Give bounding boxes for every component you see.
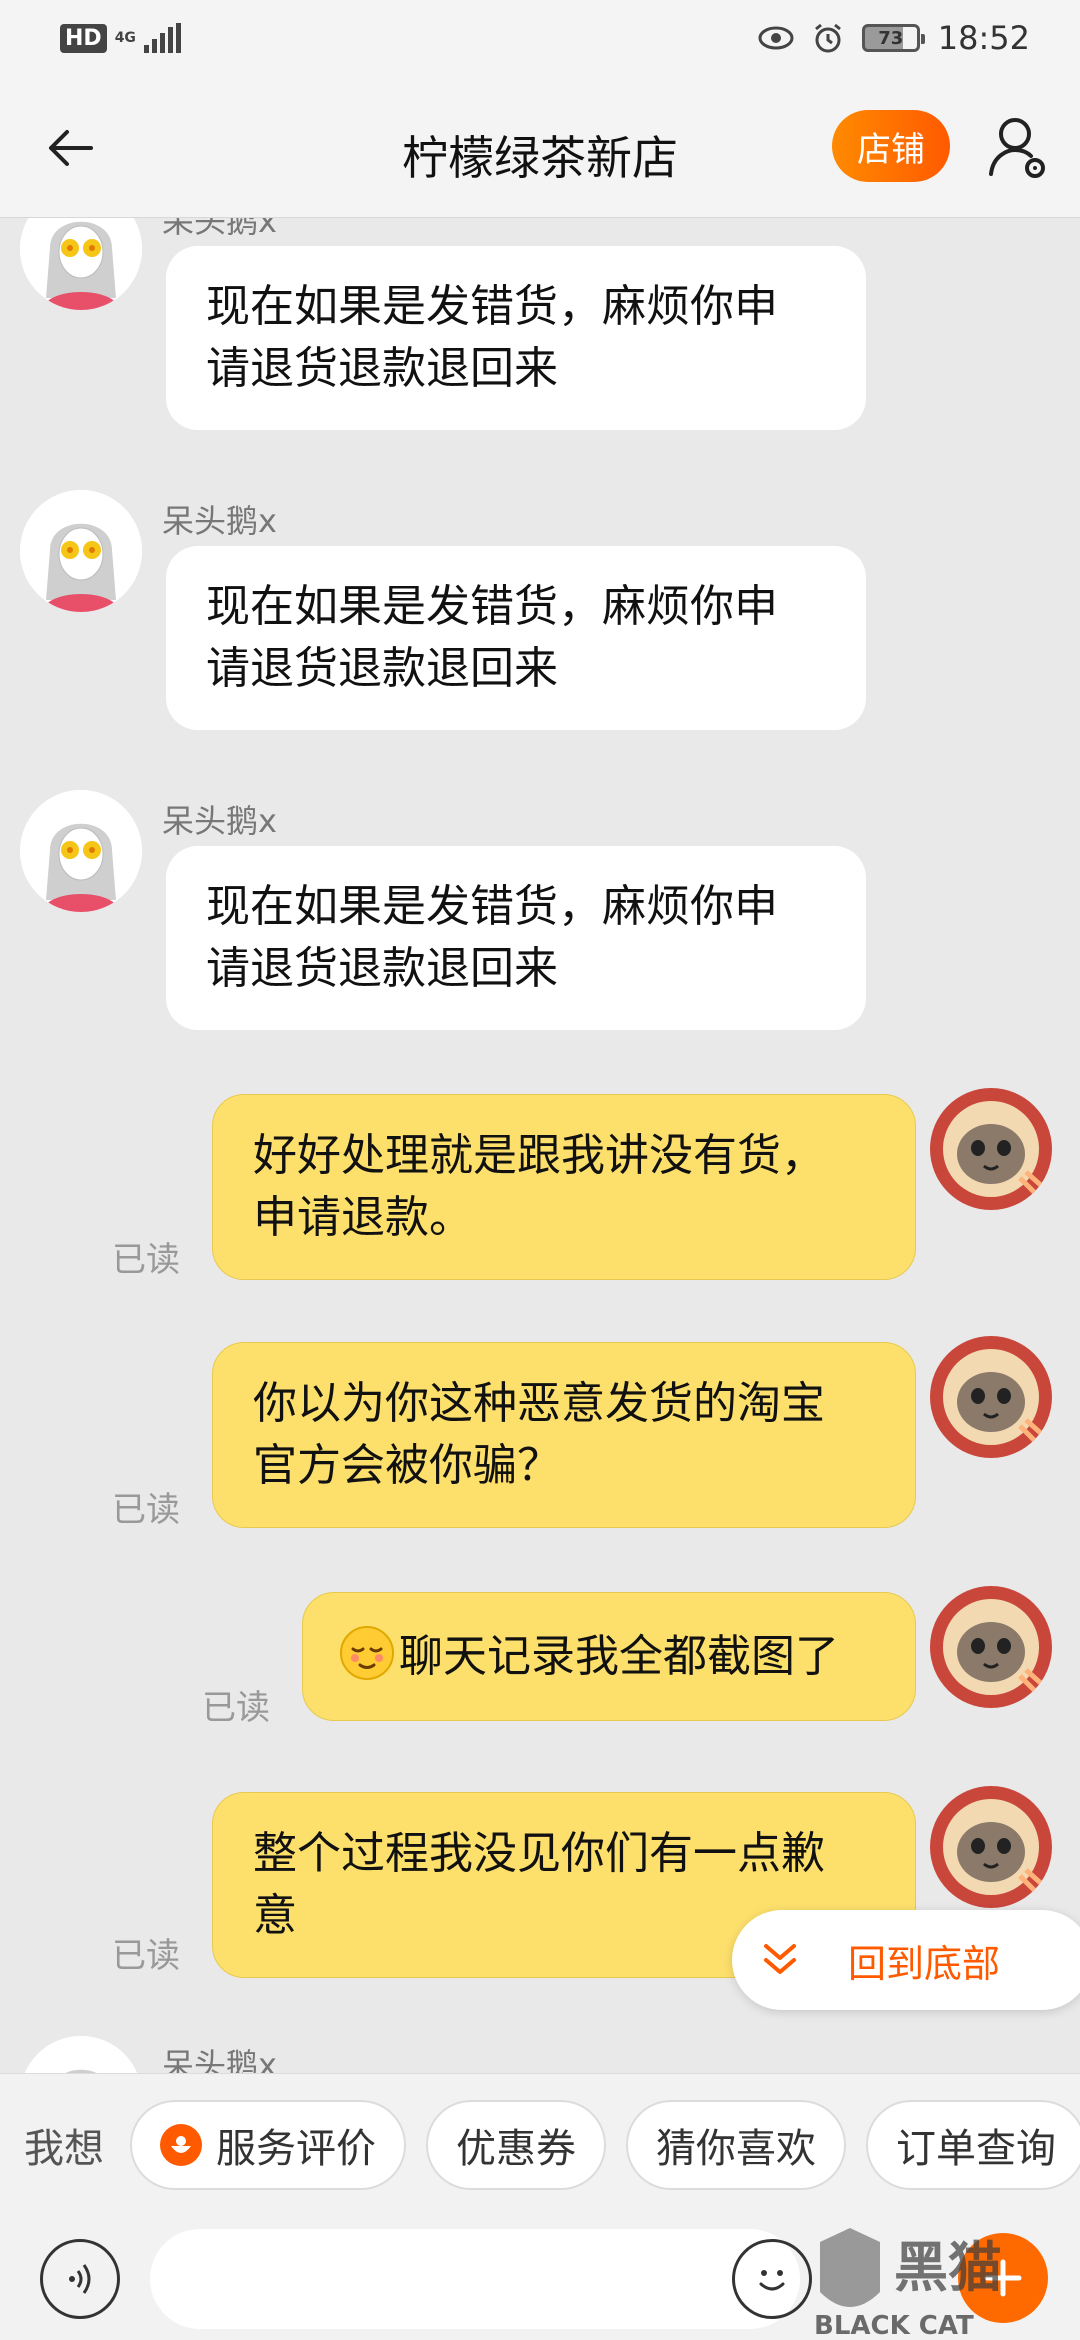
relieved-face-icon	[340, 1626, 394, 1680]
message-line: 你以为你这种恶意发货的淘宝	[253, 1378, 825, 1429]
girl-avatar-icon	[20, 790, 142, 912]
chip-label: 猜你喜欢	[656, 2125, 816, 2172]
chip-order-query[interactable]: 订单查询	[866, 2099, 1080, 2190]
chip-label: 服务评价	[216, 2125, 376, 2172]
message-input[interactable]	[150, 2229, 800, 2329]
message-line: 聊天记录我全都截图了	[399, 1631, 839, 1682]
voice-button[interactable]	[40, 2239, 120, 2319]
read-receipt: 已读	[112, 1490, 180, 1530]
chip-service-rating[interactable]: 服务评价	[130, 2099, 406, 2190]
message-bubble[interactable]: 现在如果是发错货，麻烦你申 请退货退款退回来	[166, 246, 866, 430]
sender-name: 呆头鹅x	[162, 502, 277, 540]
more-button[interactable]	[958, 2233, 1048, 2323]
jump-to-bottom-button[interactable]: 回到底部	[732, 1910, 1080, 2010]
read-receipt: 已读	[112, 1936, 180, 1976]
message-line: 现在如果是发错货，麻烦你申	[206, 881, 778, 932]
cat-avatar-icon	[930, 1786, 1052, 1908]
avatar[interactable]	[930, 1786, 1052, 1908]
status-bar: HD 4G 73 18:52	[0, 0, 1080, 76]
sender-name: 呆头鹅x	[162, 218, 277, 240]
cat-avatar-icon	[930, 1336, 1052, 1458]
shop-button[interactable]: 店铺	[832, 110, 950, 182]
eye-icon	[758, 26, 794, 50]
avatar[interactable]	[930, 1586, 1052, 1708]
hd-badge: HD	[60, 23, 107, 53]
message-line: 官方会被你骗？	[253, 1440, 561, 1491]
avatar[interactable]	[930, 1088, 1052, 1210]
alarm-icon	[814, 23, 841, 53]
avatar[interactable]	[20, 2036, 142, 2073]
girl-avatar-icon	[20, 218, 142, 310]
avatar[interactable]	[930, 1336, 1052, 1458]
message-line: 整个过程我没见你们有一点歉	[253, 1828, 825, 1879]
chip-coupon[interactable]: 优惠券	[426, 2099, 606, 2190]
cat-avatar-icon	[930, 1586, 1052, 1708]
girl-avatar-icon	[20, 2036, 142, 2073]
sender-name: 呆头鹅x	[162, 802, 277, 840]
chat-list[interactable]: 呆头鹅x 现在如果是发错货，麻烦你申 请退货退款退回来 呆头鹅x 现在如果是发错…	[0, 218, 1080, 2073]
avatar[interactable]	[20, 490, 142, 612]
emoji-button[interactable]	[732, 2239, 812, 2319]
cat-avatar-icon	[930, 1088, 1052, 1210]
message-bubble[interactable]: 现在如果是发错货，麻烦你申 请退货退款退回来	[166, 846, 866, 1030]
message-line: 好好处理就是跟我讲没有货，	[253, 1130, 825, 1181]
girl-avatar-icon	[20, 490, 142, 612]
quick-bar-label: 我想	[24, 2125, 104, 2172]
message-line: 现在如果是发错货，麻烦你申	[206, 581, 778, 632]
read-receipt: 已读	[112, 1240, 180, 1280]
avatar[interactable]	[20, 790, 142, 912]
message-line: 现在如果是发错货，麻烦你申	[206, 281, 778, 332]
double-chevron-down-icon	[764, 1944, 796, 1974]
quick-action-bar: 我想 服务评价 优惠券 猜你喜欢 订单查询	[0, 2073, 1080, 2215]
message-bubble[interactable]: 聊天记录我全都截图了	[302, 1592, 916, 1721]
clock: 18:52	[937, 19, 1030, 57]
message-bubble[interactable]: 好好处理就是跟我讲没有货， 申请退款。	[212, 1094, 916, 1280]
jump-to-bottom-label: 回到底部	[848, 1941, 1001, 1986]
message-bubble[interactable]: 现在如果是发错货，麻烦你申 请退货退款退回来	[166, 546, 866, 730]
chip-label: 优惠券	[456, 2125, 576, 2172]
chip-label: 订单查询	[896, 2125, 1056, 2172]
voice-wave-icon	[69, 2264, 91, 2294]
flower-icon	[160, 2123, 202, 2166]
chat-header: 柠檬绿茶新店 店铺	[0, 76, 1080, 218]
message-line: 请退货退款退回来	[206, 343, 558, 394]
input-bar	[0, 2215, 1080, 2340]
network-type: 4G	[114, 30, 136, 46]
sender-name: 呆头鹅x	[162, 2046, 277, 2073]
message-bubble[interactable]: 你以为你这种恶意发货的淘宝 官方会被你骗？	[212, 1342, 916, 1528]
smiley-icon	[759, 2270, 785, 2291]
user-settings-button[interactable]	[982, 106, 1056, 188]
user-settings-icon	[989, 118, 1045, 178]
message-line: 请退货退款退回来	[206, 643, 558, 694]
avatar[interactable]	[20, 218, 142, 310]
chip-recommend[interactable]: 猜你喜欢	[626, 2099, 846, 2190]
read-receipt: 已读	[202, 1688, 270, 1728]
signal-icon	[143, 23, 181, 53]
message-line: 请退货退款退回来	[206, 943, 558, 994]
plus-icon	[984, 2259, 1022, 2297]
message-line: 申请退款。	[253, 1192, 473, 1243]
battery-icon: 73	[861, 24, 925, 52]
